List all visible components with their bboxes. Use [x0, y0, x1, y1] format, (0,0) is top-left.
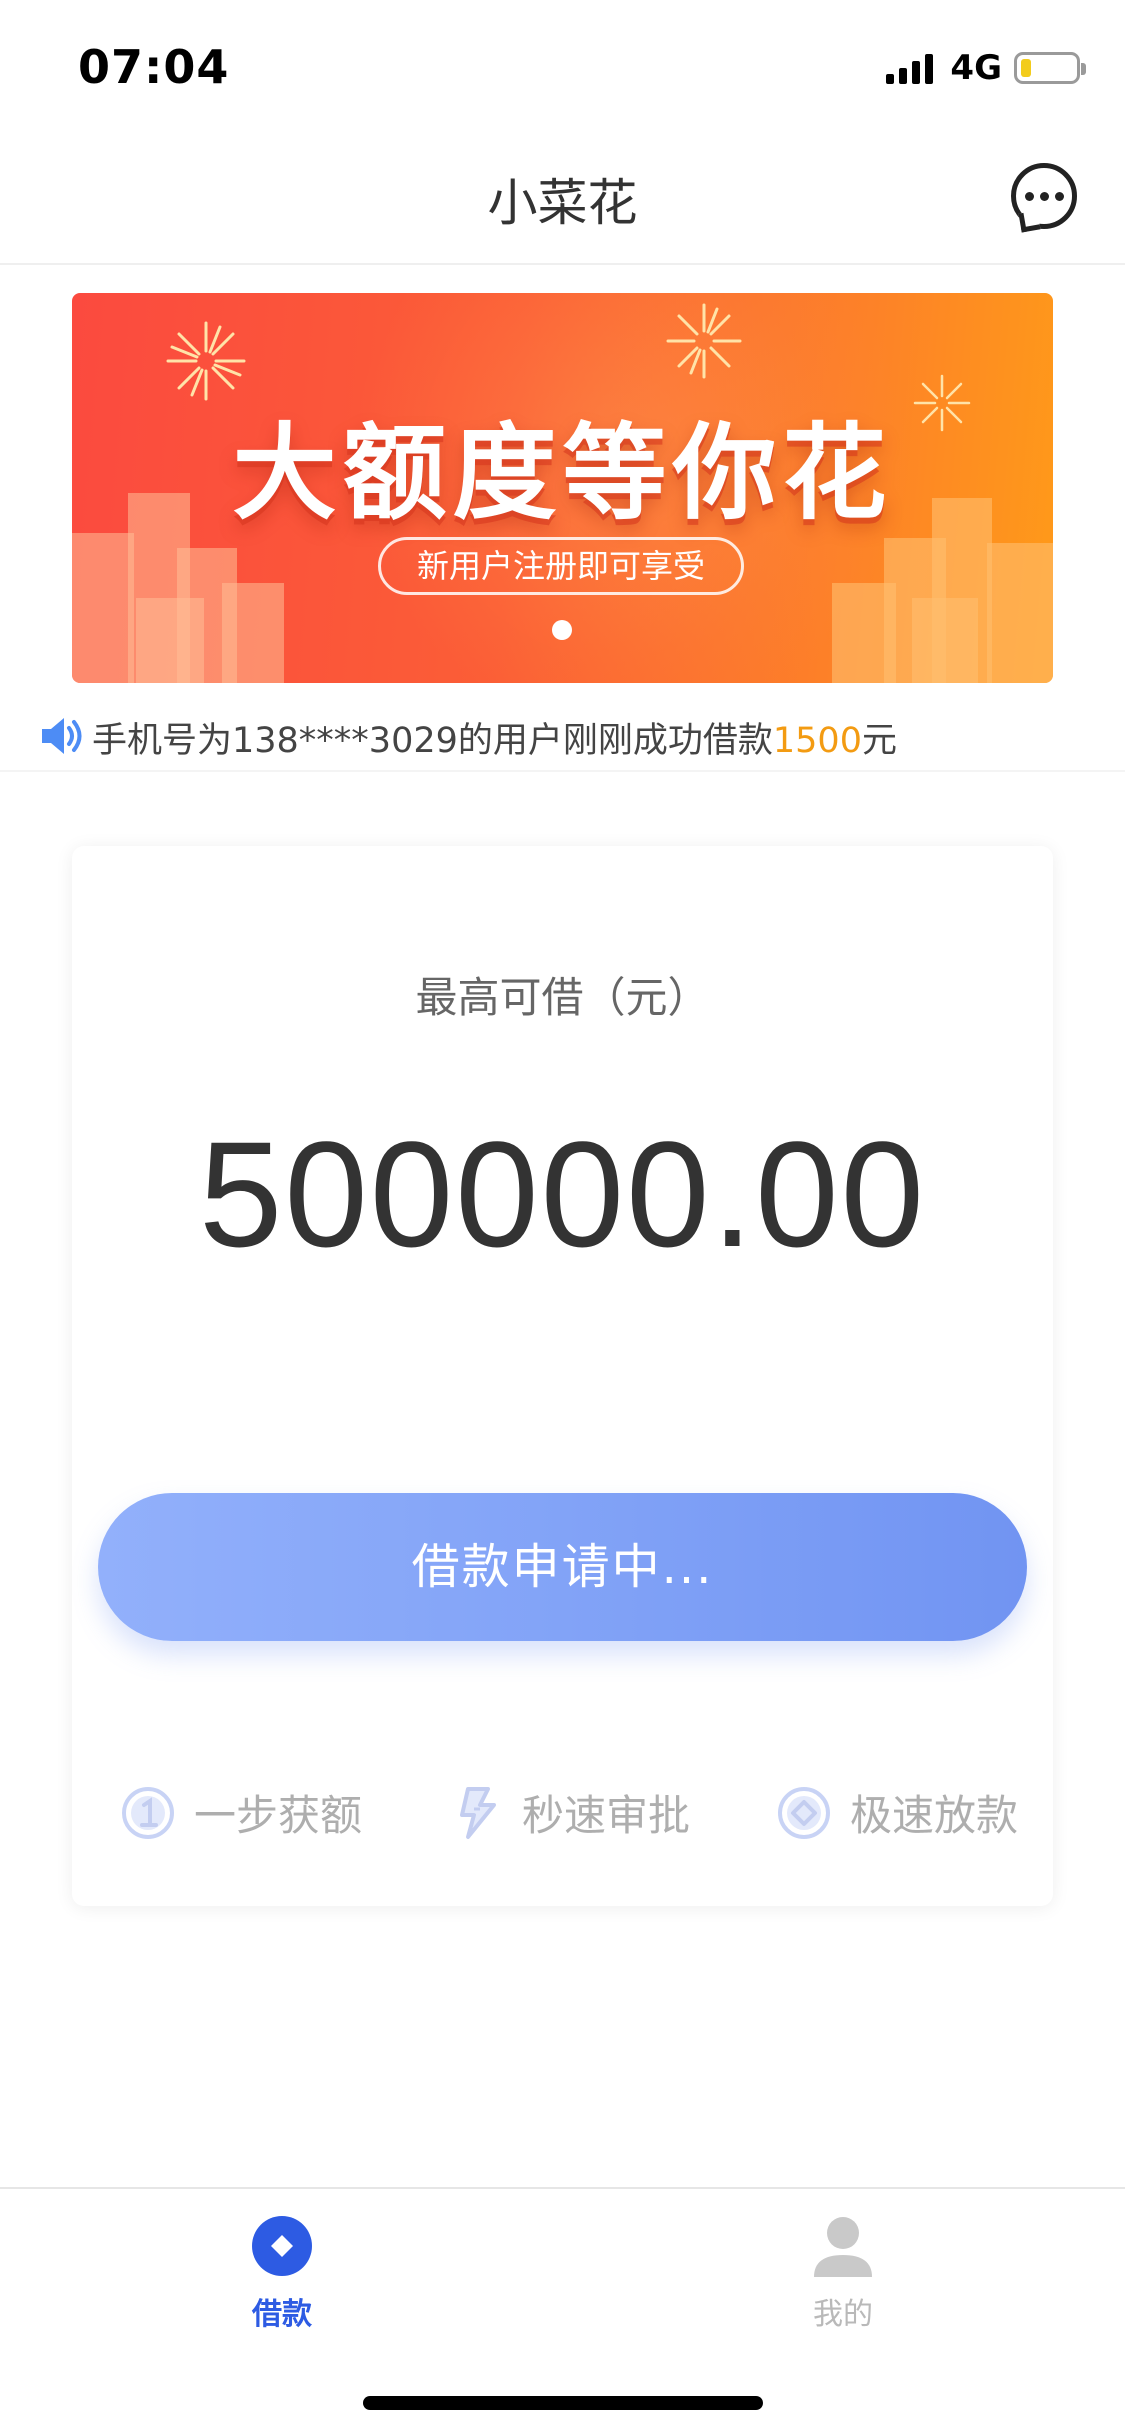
battery-level	[1021, 59, 1031, 77]
feature-list: 一步获额 秒速审批 极速放款	[72, 1782, 1053, 1852]
notice-prefix: 手机号为138****3029的用户刚刚成功借款	[92, 721, 773, 761]
notice-amount: 1500	[772, 721, 862, 761]
max-loan-label: 最高可借（元）	[415, 973, 710, 1022]
feature-label: 极速放款	[850, 1791, 1019, 1840]
status-bar: 07:04 4G	[0, 0, 1125, 135]
number-one-icon	[122, 1786, 174, 1839]
feature-label: 一步获额	[194, 1791, 363, 1840]
loan-card: 最高可借（元） 500000.00 借款申请中... 一步获额 秒速审批 极速放…	[72, 846, 1053, 1906]
tab-mine[interactable]: 我的	[743, 2215, 943, 2333]
tab-loan[interactable]: 借款	[182, 2215, 382, 2333]
home-indicator[interactable]	[363, 2396, 763, 2410]
decor-building	[222, 583, 284, 683]
status-time: 07:04	[78, 40, 230, 94]
page-title: 小菜花	[487, 174, 638, 232]
user-icon	[814, 2217, 872, 2277]
decor-building	[72, 533, 134, 683]
feature-item: 极速放款	[776, 1782, 1018, 1843]
decor-building	[136, 598, 204, 683]
loan-icon	[252, 2216, 312, 2276]
max-loan-amount: 500000.00	[198, 1110, 927, 1278]
notice-suffix: 元	[861, 721, 897, 761]
network-type: 4G	[950, 48, 1002, 88]
loan-apply-button[interactable]: 借款申请中...	[98, 1493, 1027, 1641]
firework-icon	[666, 303, 742, 379]
promo-banner[interactable]: 大额度等你花 新用户注册即可享受	[72, 293, 1053, 683]
signal-icon	[886, 52, 938, 84]
status-indicators: 4G	[886, 48, 1086, 88]
banner-page-dot[interactable]	[552, 620, 572, 640]
feature-label: 秒速审批	[522, 1791, 691, 1840]
feature-item: 一步获额	[120, 1782, 362, 1843]
feature-item: 秒速审批	[448, 1782, 690, 1843]
decor-building	[987, 543, 1053, 683]
banner-title: 大额度等你花	[232, 412, 893, 534]
nav-bar: 小菜花	[0, 135, 1125, 265]
tab-label: 我的	[813, 2297, 873, 2332]
battery-icon	[1014, 52, 1086, 84]
chat-more-icon[interactable]	[1011, 163, 1077, 229]
loan-notice-bar: 手机号为138****3029的用户刚刚成功借款1500元	[0, 700, 1125, 772]
decor-building	[912, 598, 978, 683]
diamond-coin-icon	[778, 1786, 830, 1839]
speaker-icon	[42, 718, 82, 754]
lightning-icon	[460, 1786, 496, 1839]
screen: 07:04 4G 小菜花 大额度等你花 新用户注册即可享受 手机号为138***…	[0, 0, 1125, 2436]
banner-subtitle: 新用户注册即可享受	[378, 537, 744, 595]
notice-text: 手机号为138****3029的用户刚刚成功借款1500元	[92, 712, 897, 763]
tab-label: 借款	[252, 2297, 312, 2332]
